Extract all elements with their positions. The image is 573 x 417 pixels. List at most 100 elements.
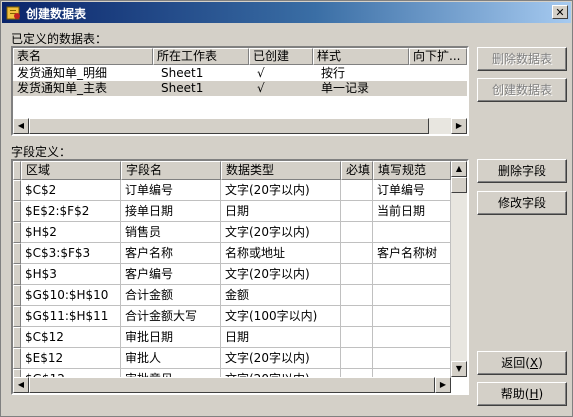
cell-region[interactable]: $C$2 — [21, 180, 121, 201]
table-row[interactable]: 发货通知单_主表 Sheet1 √ 单一记录 — [13, 81, 467, 96]
cell-field-name[interactable]: 审批日期 — [121, 327, 221, 348]
table-row[interactable]: $E$12 审批人 文字(20字以内) — [13, 348, 451, 369]
cell-spec[interactable]: 订单编号 — [373, 180, 451, 201]
cell-spec[interactable]: 客户名称树 — [373, 243, 451, 264]
row-header[interactable] — [13, 264, 21, 285]
row-header[interactable] — [13, 348, 21, 369]
row-header[interactable] — [13, 222, 21, 243]
close-button[interactable]: ✕ — [552, 5, 568, 19]
field-grid[interactable]: 区域 字段名 数据类型 必填 填写规范 $C$2 订单编号 文字(20字以内) 订单编… — [11, 159, 469, 395]
scroll-left-icon[interactable]: ◀ — [13, 118, 29, 134]
row-header[interactable] — [13, 327, 21, 348]
cell-data-type[interactable]: 金额 — [221, 285, 341, 306]
cell-data-type[interactable]: 名称或地址 — [221, 243, 341, 264]
help-button[interactable]: 帮助(H) — [477, 382, 567, 406]
cell-data-type[interactable]: 文字(20字以内) — [221, 348, 341, 369]
table-row[interactable]: $H$2 销售员 文字(20字以内) — [13, 222, 451, 243]
table-row[interactable]: $G$11:$H$11 合计金额大写 文字(100字以内) — [13, 306, 451, 327]
cell-region[interactable]: $H$2 — [21, 222, 121, 243]
cell-spec[interactable] — [373, 327, 451, 348]
scroll-left-icon[interactable]: ◀ — [13, 377, 29, 393]
cell-region[interactable]: $E$2:$F$2 — [21, 201, 121, 222]
back-button[interactable]: 返回(X) — [477, 351, 567, 375]
col-header-field-name[interactable]: 字段名 — [121, 161, 221, 180]
table-row[interactable]: $C$12 审批日期 日期 — [13, 327, 451, 348]
cell-required[interactable] — [341, 327, 373, 348]
cell-region[interactable]: $H$3 — [21, 264, 121, 285]
cell-required[interactable] — [341, 201, 373, 222]
table-row[interactable]: $C$3:$F$3 客户名称 名称或地址 客户名称树 — [13, 243, 451, 264]
scroll-thumb[interactable] — [29, 377, 435, 393]
cell-region[interactable]: $C$3:$F$3 — [21, 243, 121, 264]
scroll-right-icon[interactable]: ▶ — [451, 118, 467, 134]
cell-field-name[interactable]: 审批人 — [121, 348, 221, 369]
table-row[interactable]: $H$3 客户编号 文字(20字以内) — [13, 264, 451, 285]
col-header-expand[interactable]: 向下扩... — [409, 48, 467, 65]
cell-region[interactable]: $G$10:$H$10 — [21, 285, 121, 306]
cell-region[interactable]: $G$11:$H$11 — [21, 306, 121, 327]
cell-field-name[interactable]: 订单编号 — [121, 180, 221, 201]
cell-region[interactable]: $E$12 — [21, 348, 121, 369]
horizontal-scrollbar[interactable]: ◀ ▶ — [13, 118, 467, 134]
cell-spec[interactable] — [373, 348, 451, 369]
cell-field-name[interactable]: 合计金额 — [121, 285, 221, 306]
cell-field-name[interactable]: 接单日期 — [121, 201, 221, 222]
table-row[interactable]: 发货通知单_明细 Sheet1 √ 按行 — [13, 66, 467, 81]
cell-spec[interactable] — [373, 306, 451, 327]
scroll-down-icon[interactable]: ▼ — [451, 361, 467, 377]
app-icon — [6, 6, 20, 20]
col-header-required[interactable]: 必填 — [341, 161, 373, 180]
cell-required[interactable] — [341, 222, 373, 243]
vertical-scrollbar[interactable]: ▲ ▼ — [451, 161, 467, 377]
row-header[interactable] — [13, 306, 21, 327]
cell-field-name[interactable]: 销售员 — [121, 222, 221, 243]
window-title: 创建数据表 — [26, 7, 87, 21]
create-table-button[interactable]: 创建数据表 — [477, 78, 567, 102]
row-header[interactable] — [13, 180, 21, 201]
cell-region[interactable]: $C$12 — [21, 327, 121, 348]
cell-spec[interactable]: 当前日期 — [373, 201, 451, 222]
col-header-created[interactable]: 已创建 — [249, 48, 313, 65]
col-header-style[interactable]: 样式 — [313, 48, 409, 65]
cell-required[interactable] — [341, 243, 373, 264]
dialog-window: 创建数据表 ✕ 已定义的数据表： 表名 所在工作表 已创建 样式 向下扩... … — [0, 0, 573, 417]
table-style: 按行 — [321, 66, 346, 80]
cell-data-type[interactable]: 文字(100字以内) — [221, 306, 341, 327]
horizontal-scrollbar[interactable]: ◀ ▶ — [13, 377, 451, 393]
col-header-sheet[interactable]: 所在工作表 — [153, 48, 249, 65]
cell-spec[interactable] — [373, 222, 451, 243]
table-row[interactable]: $E$2:$F$2 接单日期 日期 当前日期 — [13, 201, 451, 222]
cell-data-type[interactable]: 日期 — [221, 327, 341, 348]
table-row[interactable]: $C$2 订单编号 文字(20字以内) 订单编号 — [13, 180, 451, 201]
scroll-thumb[interactable] — [451, 177, 467, 193]
defined-tables-list[interactable]: 表名 所在工作表 已创建 样式 向下扩... 发货通知单_明细 Sheet1 √… — [11, 46, 469, 136]
col-header-region[interactable]: 区域 — [21, 161, 121, 180]
scroll-up-icon[interactable]: ▲ — [451, 161, 467, 177]
col-header-spec[interactable]: 填写规范 — [373, 161, 451, 180]
cell-required[interactable] — [341, 306, 373, 327]
delete-field-button[interactable]: 删除字段 — [477, 159, 567, 183]
cell-data-type[interactable]: 日期 — [221, 201, 341, 222]
cell-required[interactable] — [341, 285, 373, 306]
delete-table-button[interactable]: 删除数据表 — [477, 47, 567, 71]
cell-data-type[interactable]: 文字(20字以内) — [221, 180, 341, 201]
cell-field-name[interactable]: 合计金额大写 — [121, 306, 221, 327]
cell-spec[interactable] — [373, 285, 451, 306]
cell-required[interactable] — [341, 264, 373, 285]
edit-field-button[interactable]: 修改字段 — [477, 191, 567, 215]
col-header-data-type[interactable]: 数据类型 — [221, 161, 341, 180]
cell-field-name[interactable]: 客户编号 — [121, 264, 221, 285]
row-header[interactable] — [13, 285, 21, 306]
cell-required[interactable] — [341, 180, 373, 201]
cell-data-type[interactable]: 文字(20字以内) — [221, 222, 341, 243]
cell-field-name[interactable]: 客户名称 — [121, 243, 221, 264]
scroll-right-icon[interactable]: ▶ — [435, 377, 451, 393]
table-row[interactable]: $G$10:$H$10 合计金额 金额 — [13, 285, 451, 306]
row-header[interactable] — [13, 201, 21, 222]
scroll-thumb[interactable] — [29, 118, 429, 134]
cell-spec[interactable] — [373, 264, 451, 285]
cell-data-type[interactable]: 文字(20字以内) — [221, 264, 341, 285]
col-header-table-name[interactable]: 表名 — [13, 48, 153, 65]
cell-required[interactable] — [341, 348, 373, 369]
row-header[interactable] — [13, 243, 21, 264]
